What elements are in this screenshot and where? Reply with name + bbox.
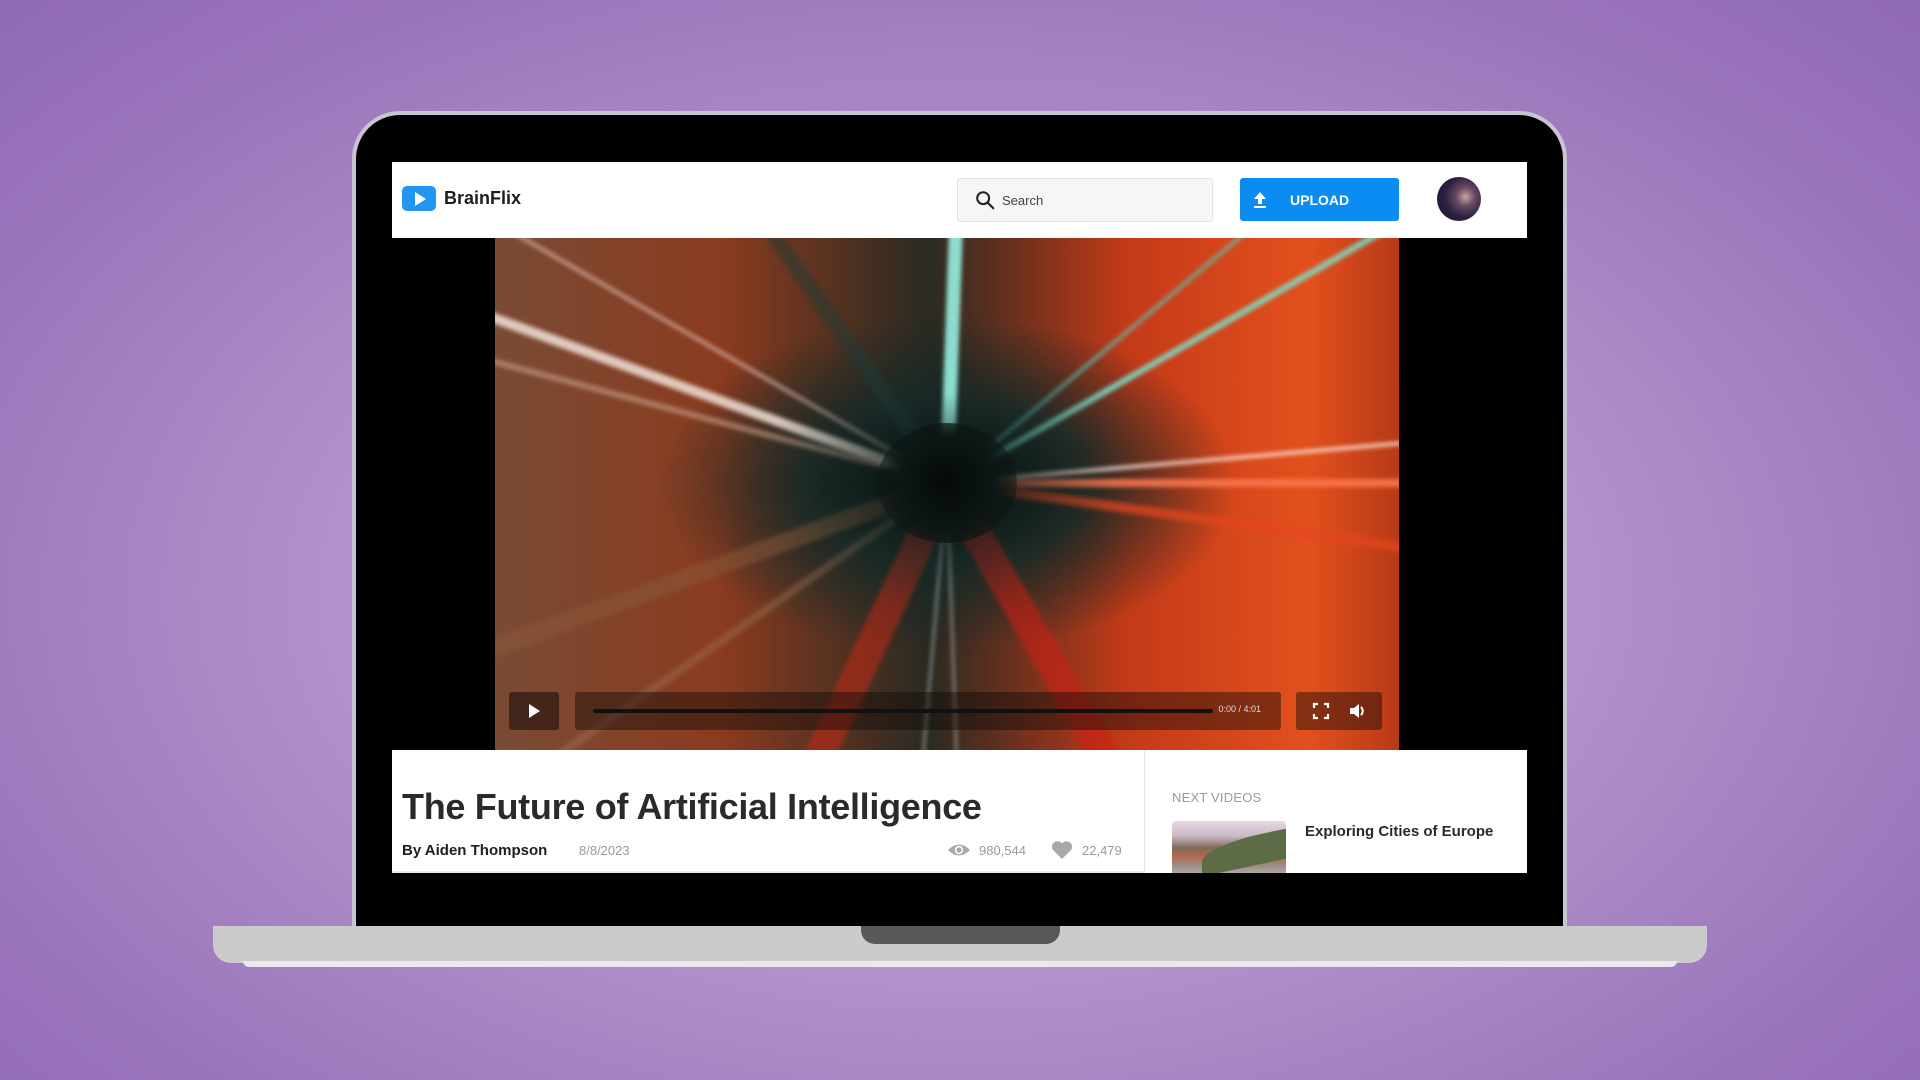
laptop-notch — [861, 926, 1060, 944]
video-light-streak — [495, 238, 948, 485]
video-title: The Future of Artificial Intelligence — [402, 786, 982, 827]
tunnel-center — [877, 423, 1017, 543]
next-video-title[interactable]: Exploring Cities of Europe — [1305, 823, 1493, 840]
next-videos-panel: NEXT VIDEOS Exploring Cities of Europe — [1146, 750, 1527, 873]
likes-count: 22,479 — [1082, 842, 1122, 858]
heart-icon[interactable] — [1050, 840, 1074, 860]
upload-label: UPLOAD — [1290, 191, 1350, 208]
upload-button[interactable]: UPLOAD — [1240, 178, 1399, 221]
play-icon — [402, 186, 436, 211]
next-video-thumbnail[interactable] — [1172, 821, 1286, 873]
eye-icon — [948, 844, 970, 856]
brainflix-logo[interactable]: BrainFlix — [402, 186, 521, 211]
divider — [392, 871, 1145, 873]
video-frame[interactable]: 0:00 / 4:01 — [495, 238, 1399, 750]
upload-arrow-icon — [1254, 191, 1266, 208]
next-videos-heading: NEXT VIDEOS — [1172, 790, 1262, 805]
video-author[interactable]: By Aiden Thompson — [402, 842, 547, 859]
user-avatar[interactable] — [1437, 177, 1481, 221]
volume-icon[interactable] — [1348, 701, 1368, 721]
thumbnail-hill — [1202, 821, 1286, 873]
play-icon — [528, 704, 540, 718]
laptop-screen: BrainFlix UPLOAD 0:00 / 4:01 — [392, 162, 1527, 873]
player-right-controls — [1296, 692, 1382, 730]
search-icon — [976, 191, 995, 210]
search-box[interactable] — [957, 178, 1213, 222]
video-info: The Future of Artificial Intelligence By… — [392, 750, 1145, 873]
scrubber-bar[interactable]: 0:00 / 4:01 — [575, 692, 1281, 730]
site-header: BrainFlix UPLOAD — [392, 162, 1527, 238]
likes-stat: 22,479 — [1050, 840, 1122, 860]
views-count: 980,544 — [979, 842, 1026, 858]
progress-track[interactable] — [593, 709, 1213, 713]
search-input[interactable] — [1002, 192, 1202, 208]
views-stat: 980,544 — [947, 840, 1026, 860]
play-button[interactable] — [509, 692, 559, 730]
fullscreen-icon[interactable] — [1311, 701, 1331, 721]
video-player: 0:00 / 4:01 — [392, 238, 1527, 750]
video-date: 8/8/2023 — [579, 843, 630, 858]
logo-text: BrainFlix — [444, 188, 522, 208]
laptop-base-foot — [243, 961, 1677, 967]
time-display: 0:00 / 4:01 — [1218, 704, 1261, 714]
